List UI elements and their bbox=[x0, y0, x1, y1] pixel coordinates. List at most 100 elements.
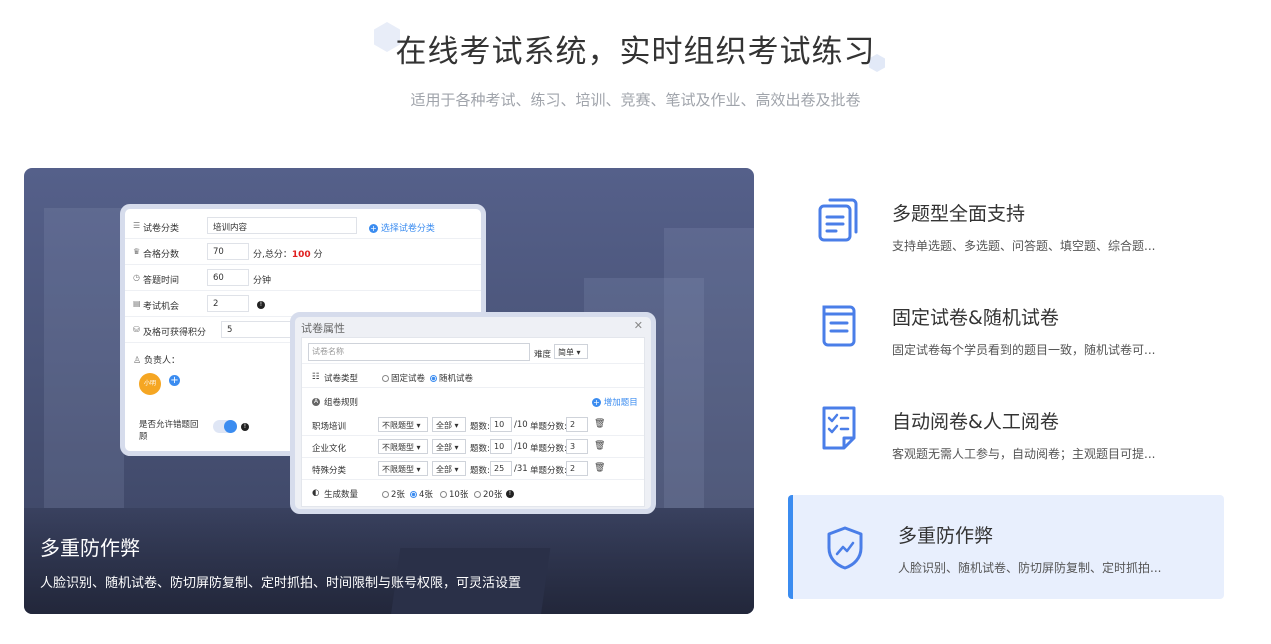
score-input[interactable]: 3 bbox=[566, 439, 588, 454]
generate-count-label: 生成数量 bbox=[324, 490, 359, 500]
paper-properties-dialog: 试卷属性 ✕ 试卷名称 难度 简单 ▾ ☷ 试卷类型 固定试卷 随机试卷 A 组… bbox=[290, 312, 656, 514]
radio-count-10[interactable]: 10张 bbox=[440, 488, 468, 500]
feature-description: 客观题无需人工参与，自动阅卷；主观题目可提... bbox=[892, 447, 1156, 461]
document-stack-icon bbox=[818, 198, 858, 242]
count-label: 题数: bbox=[470, 422, 490, 432]
clock-icon: ◷ bbox=[133, 273, 140, 282]
feature-description: 固定试卷每个学员看到的题目一致，随机试卷可... bbox=[892, 343, 1156, 357]
feature-item-anti-cheat[interactable]: 多重防作弊 人脸识别、随机试卷、防切屏防复制、定时抓拍... bbox=[788, 495, 1224, 599]
rule-category: 特殊分类 bbox=[312, 466, 347, 476]
allow-review-toggle[interactable] bbox=[213, 420, 237, 433]
document-small-icon: ▤ bbox=[133, 299, 141, 308]
radio-random-paper[interactable]: 随机试卷 bbox=[430, 372, 473, 384]
info-icon: ! bbox=[506, 488, 514, 498]
generate-count-row: ◐ 生成数量 2张 4张 10张 20张 ! bbox=[302, 482, 644, 504]
shield-icon bbox=[827, 526, 863, 570]
total-score-text: 分,总分：100 分 bbox=[253, 250, 323, 260]
checklist-icon bbox=[822, 406, 856, 450]
rule-row: 职场培训 不限题型 ▾ 全部 ▾ 题数: 10 /10 单题分数: 2 🗑 bbox=[302, 414, 644, 436]
background-window bbox=[44, 208, 124, 508]
trash-icon[interactable]: 🗑 bbox=[594, 441, 605, 451]
feature-title: 多题型全面支持 bbox=[892, 203, 1026, 225]
trash-icon[interactable]: 🗑 bbox=[594, 419, 605, 429]
count-total: /10 bbox=[514, 420, 528, 430]
close-icon[interactable]: ✕ bbox=[634, 319, 643, 332]
document-icon bbox=[822, 305, 856, 347]
trash-icon[interactable]: 🗑 bbox=[594, 463, 605, 473]
duration-input[interactable]: 60 bbox=[207, 269, 249, 286]
plus-icon: + bbox=[369, 224, 378, 233]
count-input[interactable]: 10 bbox=[490, 417, 512, 432]
owner-row: ♙ 负责人： bbox=[133, 353, 180, 366]
scope-select[interactable]: 全部 ▾ bbox=[432, 439, 466, 454]
score-input[interactable]: 2 bbox=[566, 417, 588, 432]
radio-count-20[interactable]: 20张 bbox=[474, 488, 502, 500]
duration-unit: 分钟 bbox=[253, 276, 272, 286]
form-row-duration: ◷ 答题时间 60 分钟 bbox=[125, 265, 481, 291]
pie-icon: ◐ bbox=[312, 488, 320, 498]
duration-label: 答题时间 bbox=[143, 276, 180, 286]
count-label: 题数: bbox=[470, 444, 490, 454]
score-label: 单题分数: bbox=[530, 466, 567, 476]
background-building bbox=[664, 228, 754, 508]
page-title: 在线考试系统，实时组织考试练习 bbox=[395, 34, 876, 70]
rules-icon: A bbox=[312, 398, 320, 406]
difficulty-label: 难度 bbox=[534, 350, 552, 360]
attempts-label: 考试机会 bbox=[143, 302, 180, 312]
score-input[interactable]: 2 bbox=[566, 461, 588, 476]
showcase-title: 多重防作弊 bbox=[40, 536, 140, 560]
dialog-title: 试卷属性 bbox=[301, 322, 345, 335]
question-type-select[interactable]: 不限题型 ▾ bbox=[378, 417, 428, 432]
paper-type-row: ☷ 试卷类型 固定试卷 随机试卷 bbox=[302, 366, 644, 388]
feature-title: 自动阅卷&人工阅卷 bbox=[892, 411, 1059, 433]
form-row-category: ☰ 试卷分类 培训内容 + 选择试卷分类 bbox=[125, 213, 481, 239]
avatar: 小明 bbox=[139, 373, 161, 395]
add-owner-button[interactable]: + bbox=[169, 375, 180, 386]
page-subtitle: 适用于各种考试、练习、培训、竞赛、笔试及作业、高效出卷及批卷 bbox=[410, 91, 861, 109]
question-type-select[interactable]: 不限题型 ▾ bbox=[378, 461, 428, 476]
feature-item-paper-types[interactable]: 固定试卷&随机试卷 固定试卷每个学员看到的题目一致，随机试卷可... bbox=[788, 275, 1224, 379]
select-category-link[interactable]: + 选择试卷分类 bbox=[369, 221, 435, 234]
scope-select[interactable]: 全部 ▾ bbox=[432, 417, 466, 432]
rules-header-row: A 组卷规则 + 增加题目 bbox=[302, 390, 644, 412]
feature-title: 固定试卷&随机试卷 bbox=[892, 307, 1059, 329]
paper-type-label: 试卷类型 bbox=[324, 374, 359, 384]
count-input[interactable]: 25 bbox=[490, 461, 512, 476]
count-input[interactable]: 10 bbox=[490, 439, 512, 454]
rule-row: 特殊分类 不限题型 ▾ 全部 ▾ 题数: 25 /31 单题分数: 2 🗑 bbox=[302, 458, 644, 480]
scope-select[interactable]: 全部 ▾ bbox=[432, 461, 466, 476]
info-icon: ! bbox=[257, 299, 265, 309]
pass-score-label: 合格分数 bbox=[143, 250, 180, 260]
user-icon: ♙ bbox=[133, 356, 142, 366]
radio-fixed-paper[interactable]: 固定试卷 bbox=[382, 372, 425, 384]
count-label: 题数: bbox=[470, 466, 490, 476]
score-label: 单题分数: bbox=[530, 422, 567, 432]
category-input[interactable]: 培训内容 bbox=[207, 217, 357, 234]
feature-description: 人脸识别、随机试卷、防切屏防复制、定时抓拍... bbox=[898, 561, 1162, 575]
points-input[interactable]: 5 bbox=[221, 321, 301, 338]
feature-item-question-types[interactable]: 多题型全面支持 支持单选题、多选题、问答题、填空题、综合题... bbox=[788, 171, 1224, 275]
question-type-select[interactable]: 不限题型 ▾ bbox=[378, 439, 428, 454]
radio-count-2[interactable]: 2张 bbox=[382, 488, 405, 500]
rules-label: 组卷规则 bbox=[324, 398, 359, 408]
feature-showcase-image: ☰ 试卷分类 培训内容 + 选择试卷分类 ♛ 合格分数 70 分,总分：100 … bbox=[24, 168, 754, 614]
background-desk bbox=[24, 508, 754, 614]
attempts-input[interactable]: 2 bbox=[207, 295, 249, 312]
feature-description: 支持单选题、多选题、问答题、填空题、综合题... bbox=[892, 239, 1156, 253]
count-total: /10 bbox=[514, 442, 528, 452]
showcase-description: 人脸识别、随机试卷、防切屏防复制、定时抓拍、时间限制与账号权限，可灵活设置 bbox=[40, 576, 522, 591]
allow-review-label: 是否允许错题回 顾 bbox=[139, 420, 199, 442]
count-total: /31 bbox=[514, 464, 528, 474]
rule-category: 企业文化 bbox=[312, 444, 347, 454]
info-icon: ! bbox=[241, 421, 249, 431]
paper-name-input[interactable]: 试卷名称 bbox=[308, 343, 530, 361]
feature-item-grading[interactable]: 自动阅卷&人工阅卷 客观题无需人工参与，自动阅卷；主观题目可提... bbox=[788, 379, 1224, 483]
pass-score-input[interactable]: 70 bbox=[207, 243, 249, 260]
rule-category: 职场培训 bbox=[312, 422, 347, 432]
owner-label: 负责人： bbox=[143, 356, 180, 366]
add-question-link[interactable]: + 增加题目 bbox=[592, 396, 638, 408]
trophy-icon: ♛ bbox=[133, 247, 141, 256]
score-label: 单题分数: bbox=[530, 444, 567, 454]
radio-count-4[interactable]: 4张 bbox=[410, 488, 433, 500]
difficulty-select[interactable]: 简单 ▾ bbox=[554, 344, 588, 359]
